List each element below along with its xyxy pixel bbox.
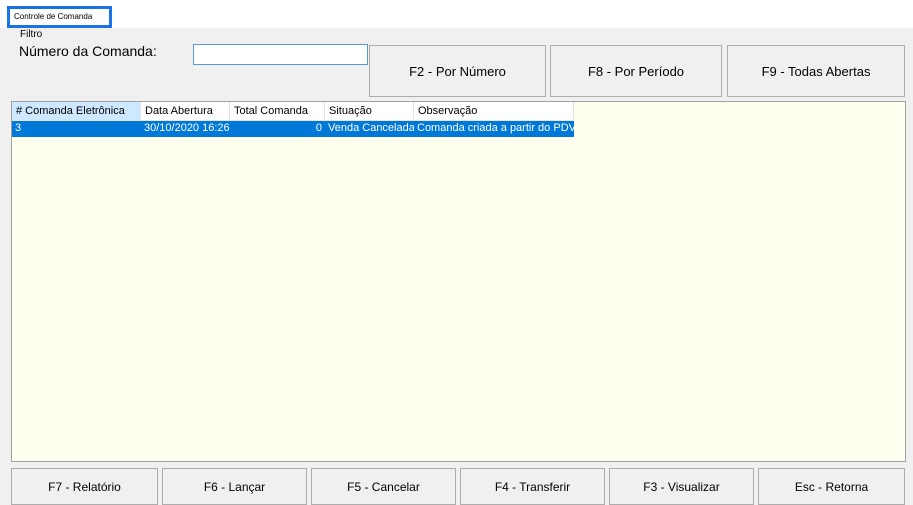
transferir-button[interactable]: F4 - Transferir (460, 468, 605, 505)
cell-comanda-eletronica: 3 (15, 122, 22, 134)
por-periodo-button[interactable]: F8 - Por Período (550, 45, 722, 97)
comanda-grid[interactable]: # Comanda Eletrônica Data Abertura Total… (11, 101, 906, 462)
column-header-comanda-eletronica[interactable]: # Comanda Eletrônica (12, 102, 141, 121)
controle-comanda-window: Controle de Comanda Filtro Número da Com… (0, 0, 913, 505)
cell-total-comanda: 0 (315, 122, 322, 134)
visualizar-button[interactable]: F3 - Visualizar (609, 468, 754, 505)
numero-comanda-input[interactable] (193, 44, 368, 65)
retorna-button[interactable]: Esc - Retorna (758, 468, 905, 505)
column-header-situacao[interactable]: Situação (325, 102, 414, 121)
grid-header: # Comanda Eletrônica Data Abertura Total… (12, 102, 574, 121)
bottom-button-bar: F7 - Relatório F6 - Lançar F5 - Cancelar… (0, 463, 913, 505)
column-header-total-comanda[interactable]: Total Comanda (230, 102, 325, 121)
cancelar-button[interactable]: F5 - Cancelar (311, 468, 456, 505)
por-numero-button[interactable]: F2 - Por Número (369, 45, 546, 97)
numero-comanda-label: Número da Comanda: (19, 43, 157, 59)
tab-label: Controle de Comanda (14, 12, 93, 21)
tab-strip (0, 6, 913, 28)
lancar-button[interactable]: F6 - Lançar (162, 468, 307, 505)
table-row[interactable]: 3 30/10/2020 16:26 0 Venda Cancelada Com… (12, 121, 574, 137)
filter-legend: Filtro (19, 29, 44, 40)
column-header-data-abertura[interactable]: Data Abertura (141, 102, 230, 121)
cell-observacao: Comanda criada a partir do PDV (417, 122, 574, 134)
cell-data-abertura: 30/10/2020 16:26 (144, 122, 230, 134)
todas-abertas-button[interactable]: F9 - Todas Abertas (727, 45, 905, 97)
cell-situacao: Venda Cancelada (328, 122, 414, 134)
tab-controle-de-comanda[interactable]: Controle de Comanda (7, 6, 112, 28)
column-header-observacao[interactable]: Observação (414, 102, 574, 121)
relatorio-button[interactable]: F7 - Relatório (11, 468, 158, 505)
